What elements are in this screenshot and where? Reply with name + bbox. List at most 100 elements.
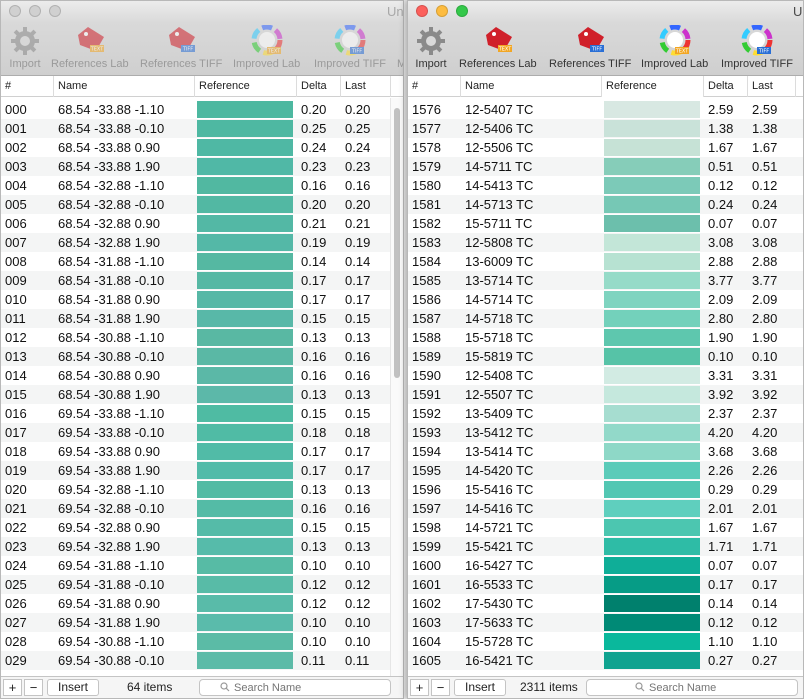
table-row[interactable]: 1578 12-5506 TC 1.67 1.67	[408, 138, 803, 157]
table-row[interactable]: 1576 12-5407 TC 2.59 2.59	[408, 100, 803, 119]
table-row[interactable]: 1602 17-5430 TC 0.14 0.14	[408, 594, 803, 613]
column-header-delta[interactable]: Delta	[704, 76, 748, 97]
table-row[interactable]: 1598 14-5721 TC 1.67 1.67	[408, 518, 803, 537]
table-row[interactable]: 1603 17-5633 TC 0.12 0.12	[408, 613, 803, 632]
column-header-reference[interactable]: Reference	[195, 76, 297, 97]
table-row[interactable]: 1590 12-5408 TC 3.31 3.31	[408, 366, 803, 385]
table-row[interactable]: 009 68.54 -31.88 -0.10 0.17 0.17	[1, 271, 390, 290]
table-row[interactable]: 010 68.54 -31.88 0.90 0.17 0.17	[1, 290, 390, 309]
table-row[interactable]: 1580 14-5413 TC 0.12 0.12	[408, 176, 803, 195]
table-row[interactable]: 1597 14-5416 TC 2.01 2.01	[408, 499, 803, 518]
insert-button[interactable]: Insert	[454, 679, 507, 696]
table-row[interactable]: 1605 16-5421 TC 0.27 0.27	[408, 651, 803, 670]
import-button[interactable]: Import	[9, 25, 41, 70]
table-row[interactable]: 1587 14-5718 TC 2.80 2.80	[408, 309, 803, 328]
table-row[interactable]: 029 69.54 -30.88 -0.10 0.11 0.11	[1, 651, 390, 670]
table-row[interactable]: 015 68.54 -30.88 1.90 0.13 0.13	[1, 385, 390, 404]
remove-button[interactable]: −	[431, 679, 450, 696]
table-row[interactable]: 013 68.54 -30.88 -0.10 0.16 0.16	[1, 347, 390, 366]
minimize-button[interactable]	[436, 5, 448, 17]
search-input[interactable]	[234, 681, 354, 694]
table-row[interactable]: 016 69.54 -33.88 -1.10 0.15 0.15	[1, 404, 390, 423]
column-header-last[interactable]: Last	[748, 76, 796, 97]
table-row[interactable]: 025 69.54 -31.88 -0.10 0.12 0.12	[1, 575, 390, 594]
table-row[interactable]: 1596 15-5416 TC 0.29 0.29	[408, 480, 803, 499]
table-row[interactable]: 027 69.54 -31.88 1.90 0.10 0.10	[1, 613, 390, 632]
table-row[interactable]: 1586 14-5714 TC 2.09 2.09	[408, 290, 803, 309]
table-row[interactable]: 019 69.54 -33.88 1.90 0.17 0.17	[1, 461, 390, 480]
improved-lab-button[interactable]: TEXT Improved Lab	[641, 24, 708, 70]
table-row[interactable]: 1595 14-5420 TC 2.26 2.26	[408, 461, 803, 480]
table-row[interactable]: 024 69.54 -31.88 -1.10 0.10 0.10	[1, 556, 390, 575]
close-button[interactable]	[9, 5, 21, 17]
insert-button[interactable]: Insert	[47, 679, 100, 696]
column-header-name[interactable]: Name	[54, 76, 195, 97]
column-header-reference[interactable]: Reference	[602, 76, 704, 97]
table-row[interactable]: 020 69.54 -32.88 -1.10 0.13 0.13	[1, 480, 390, 499]
table-row[interactable]: 1584 13-6009 TC 2.88 2.88	[408, 252, 803, 271]
table-row[interactable]: 1582 15-5711 TC 0.07 0.07	[408, 214, 803, 233]
table-row[interactable]: 1585 13-5714 TC 3.77 3.77	[408, 271, 803, 290]
table-row[interactable]: 1583 12-5808 TC 3.08 3.08	[408, 233, 803, 252]
table-row[interactable]: 1593 13-5412 TC 4.20 4.20	[408, 423, 803, 442]
table-row[interactable]: 1599 15-5421 TC 1.71 1.71	[408, 537, 803, 556]
table-row[interactable]: 000 68.54 -33.88 -1.10 0.20 0.20	[1, 100, 390, 119]
zoom-button[interactable]	[456, 5, 468, 17]
table-row[interactable]: 012 68.54 -30.88 -1.10 0.13 0.13	[1, 328, 390, 347]
column-header-number[interactable]: #	[1, 76, 54, 97]
table-row[interactable]: 005 68.54 -32.88 -0.10 0.20 0.20	[1, 195, 390, 214]
table-row[interactable]: 007 68.54 -32.88 1.90 0.19 0.19	[1, 233, 390, 252]
table-row[interactable]: 003 68.54 -33.88 1.90 0.23 0.23	[1, 157, 390, 176]
vertical-scrollbar[interactable]	[390, 98, 403, 676]
table-row[interactable]: 1594 13-5414 TC 3.68 3.68	[408, 442, 803, 461]
table-row[interactable]: 1577 12-5406 TC 1.38 1.38	[408, 119, 803, 138]
close-button[interactable]	[416, 5, 428, 17]
search-input[interactable]	[649, 681, 769, 694]
references-lab-button[interactable]: TEXT References Lab	[51, 25, 129, 70]
table-row[interactable]: 018 69.54 -33.88 0.90 0.17 0.17	[1, 442, 390, 461]
table-row[interactable]: 1604 15-5728 TC 1.10 1.10	[408, 632, 803, 651]
table-row[interactable]: 022 69.54 -32.88 0.90 0.15 0.15	[1, 518, 390, 537]
table-row[interactable]: 1591 12-5507 TC 3.92 3.92	[408, 385, 803, 404]
column-header-last[interactable]: Last	[341, 76, 391, 97]
column-header-number[interactable]: #	[408, 76, 461, 97]
table-row[interactable]: 1592 13-5409 TC 2.37 2.37	[408, 404, 803, 423]
table-row[interactable]: 001 68.54 -33.88 -0.10 0.25 0.25	[1, 119, 390, 138]
zoom-button[interactable]	[49, 5, 61, 17]
row-last: 0.16	[345, 349, 371, 364]
table-row[interactable]: 017 69.54 -33.88 -0.10 0.18 0.18	[1, 423, 390, 442]
add-button[interactable]: +	[410, 679, 429, 696]
improved-tiff-button[interactable]: TIFF Improved TIFF	[314, 24, 386, 70]
table-row[interactable]: 1589 15-5819 TC 0.10 0.10	[408, 347, 803, 366]
table-row[interactable]: 028 69.54 -30.88 -1.10 0.10 0.10	[1, 632, 390, 651]
references-tiff-button[interactable]: TIFF References TIFF	[549, 25, 631, 70]
table-row[interactable]: 023 69.54 -32.88 1.90 0.13 0.13	[1, 537, 390, 556]
minimize-button[interactable]	[29, 5, 41, 17]
scroll-thumb[interactable]	[394, 108, 400, 378]
table-row[interactable]: 1588 15-5718 TC 1.90 1.90	[408, 328, 803, 347]
column-header-name[interactable]: Name	[461, 76, 602, 97]
remove-button[interactable]: −	[24, 679, 43, 696]
column-header-delta[interactable]: Delta	[297, 76, 341, 97]
table-row[interactable]: 011 68.54 -31.88 1.90 0.15 0.15	[1, 309, 390, 328]
table-row[interactable]: 002 68.54 -33.88 0.90 0.24 0.24	[1, 138, 390, 157]
search-field[interactable]	[199, 679, 391, 696]
table-row[interactable]: 006 68.54 -32.88 0.90 0.21 0.21	[1, 214, 390, 233]
table-row[interactable]: 1579 14-5711 TC 0.51 0.51	[408, 157, 803, 176]
search-field[interactable]	[586, 679, 798, 696]
table-row[interactable]: 004 68.54 -32.88 -1.10 0.16 0.16	[1, 176, 390, 195]
references-lab-button[interactable]: TEXT References Lab	[459, 25, 537, 70]
table-row[interactable]: 1601 16-5533 TC 0.17 0.17	[408, 575, 803, 594]
import-button[interactable]: Import	[415, 25, 447, 70]
table-row[interactable]: 1581 14-5713 TC 0.24 0.24	[408, 195, 803, 214]
more-button[interactable]: M	[397, 25, 403, 70]
improved-tiff-button[interactable]: TIFF Improved TIFF	[721, 24, 793, 70]
table-row[interactable]: 008 68.54 -31.88 -1.10 0.14 0.14	[1, 252, 390, 271]
improved-lab-button[interactable]: TEXT Improved Lab	[233, 24, 300, 70]
add-button[interactable]: +	[3, 679, 22, 696]
table-row[interactable]: 014 68.54 -30.88 0.90 0.16 0.16	[1, 366, 390, 385]
references-tiff-button[interactable]: TIFF References TIFF	[140, 25, 222, 70]
table-row[interactable]: 1600 16-5427 TC 0.07 0.07	[408, 556, 803, 575]
table-row[interactable]: 021 69.54 -32.88 -0.10 0.16 0.16	[1, 499, 390, 518]
table-row[interactable]: 026 69.54 -31.88 0.90 0.12 0.12	[1, 594, 390, 613]
